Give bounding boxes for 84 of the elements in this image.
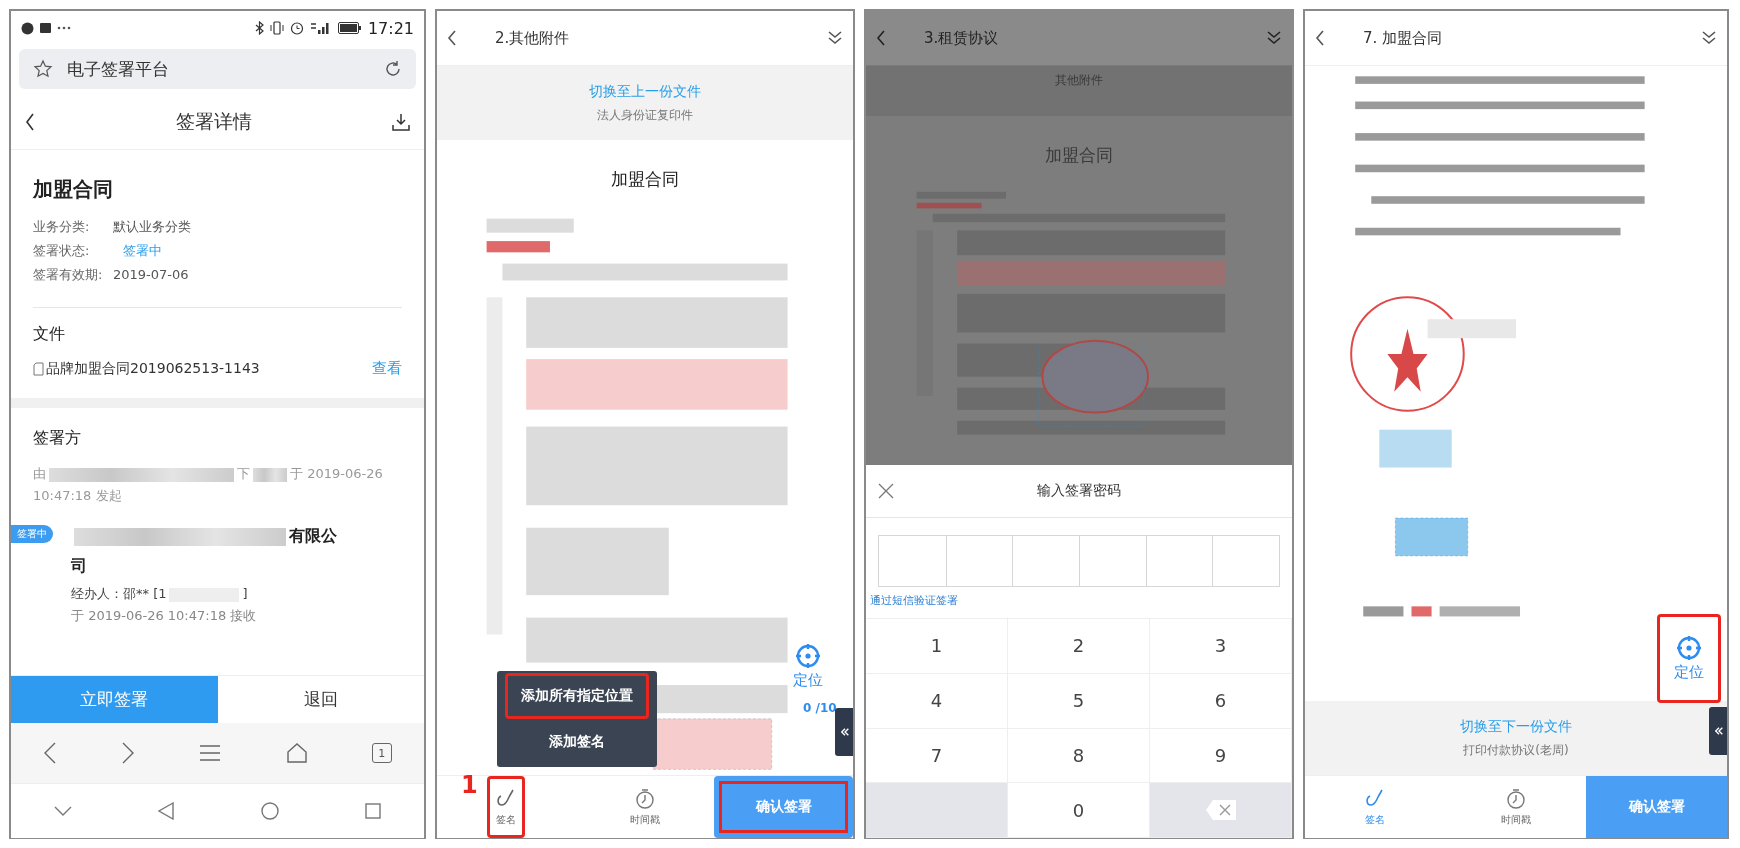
document-name: 打印付款协议(老周) [1463,741,1569,759]
clock-time: 17:21 [367,18,414,38]
keypad-key[interactable]: 7 [866,728,1008,784]
forward-icon[interactable] [121,742,136,764]
back-icon[interactable] [1315,30,1325,46]
keypad-key[interactable]: 2 [1008,619,1150,674]
battery-icon [337,22,362,34]
keypad-key[interactable]: 4 [866,673,1008,729]
download-icon[interactable] [392,113,410,131]
double-chevron-icon [1715,725,1723,737]
home-icon[interactable] [285,742,308,764]
toolbar-tab[interactable]: 时间戳 [622,776,668,838]
more-icon [57,26,71,30]
document-title: 3.租赁协议 [924,28,1000,48]
menu-item[interactable]: 添加所有指定位置 [505,673,649,719]
double-chevron-down-icon[interactable] [827,30,843,46]
square-recents-icon[interactable] [364,803,381,819]
clock-icon [634,787,656,810]
bluetooth-icon [254,21,264,35]
step-number: 1 [461,771,478,799]
double-chevron-icon [841,726,849,738]
toolbar-tab[interactable]: 签名 [1356,776,1395,838]
document-icon [33,361,44,376]
menu-icon[interactable] [199,744,222,762]
contract-title: 加盟合同 [610,168,680,191]
position-counter: 0 /10 [803,701,837,715]
back-icon[interactable] [447,30,457,46]
keypad-key[interactable]: 8 [1008,728,1150,784]
alarm-icon [289,21,304,35]
vibrate-icon [269,21,284,35]
password-field[interactable] [878,535,1280,587]
clock-icon [1505,787,1527,810]
field-value: 默认业务分类 [113,218,191,236]
keypad-key[interactable]: 0 [1008,783,1150,838]
collapse-button[interactable] [835,708,853,756]
double-chevron-down-icon[interactable] [1701,30,1717,46]
back-icon[interactable] [25,113,35,131]
dialog-title: 输入签署密码 [1036,482,1122,500]
image-icon [40,23,51,33]
field-label: 签署状态: [33,242,91,260]
operator-text: 经办人：邵** [1 ] [71,585,249,603]
close-icon[interactable] [878,483,894,499]
locate-icon [795,643,821,669]
initiator-text: 由 下 于 2019-06-26 10:47:18 发起 [33,465,384,505]
chevron-down-icon[interactable] [54,806,73,816]
toolbar-tab[interactable]: 时间戳 [1493,776,1539,838]
section-heading: 签署方 [33,428,82,449]
field-label: 签署有效期: [33,266,104,284]
sms-verify-link[interactable]: 通过短信验证签署 [866,587,1292,618]
star-icon[interactable] [33,59,53,79]
field-value: 2019-07-06 [113,266,189,284]
keypad-key[interactable]: 1 [866,619,1008,674]
tabs-button[interactable]: 1 [371,743,392,763]
double-chevron-down-icon[interactable] [1266,30,1282,46]
file-name: 品牌加盟合同2019062513-1143 [46,359,261,378]
contract-title: 加盟合同 [1044,144,1114,167]
keypad-key[interactable]: 9 [1150,728,1292,784]
menu-item[interactable]: 添加签名 [505,719,649,765]
company-name: 有限公司 [71,525,338,577]
section-heading: 文件 [33,324,66,345]
status-badge: 签署中 [11,525,53,543]
page-title: 电子签署平台 [67,57,170,81]
address-bar[interactable]: 电子签署平台 [19,49,416,89]
locate-button[interactable]: 定位 [1657,614,1721,703]
circle-home-icon[interactable] [260,802,279,820]
field-label: 业务分类: [33,218,91,236]
contract-title: 加盟合同 [33,176,114,203]
field-value: 签署中 [122,242,163,260]
reload-icon[interactable] [384,60,402,78]
document-title: 2.其他附件 [495,28,571,48]
toolbar-tab[interactable]: 签名 [487,776,526,838]
locate-button[interactable]: 定位 [789,639,827,694]
document-title: 7. 加盟合同 [1363,28,1444,48]
backspace-icon [1204,799,1237,822]
keypad-key[interactable]: 6 [1150,673,1292,729]
locate-icon [1676,635,1702,661]
triangle-back-icon[interactable] [158,802,175,820]
signal-icon [309,21,332,35]
received-text: 于 2019-06-26 10:47:18 接收 [71,607,258,625]
collapse-button[interactable] [1709,707,1727,755]
keypad-key[interactable]: 3 [1150,619,1292,674]
document-name: 法人身份证复印件 [597,106,693,124]
page-heading: 签署详情 [174,109,253,134]
keypad-key[interactable]: 5 [1008,673,1150,729]
